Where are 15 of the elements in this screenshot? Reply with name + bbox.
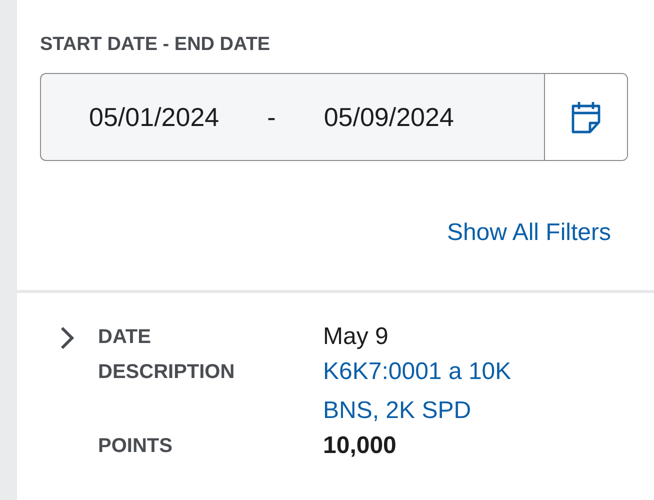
field-label: DESCRIPTION: [98, 360, 236, 385]
date-range-field[interactable]: 05/01/2024 - 05/09/2024: [40, 73, 628, 161]
start-date: 05/01/2024: [89, 102, 220, 132]
show-filters-link[interactable]: Show All Filters: [446, 219, 611, 247]
calendar-icon: [570, 100, 602, 134]
field-value: May 9: [323, 322, 390, 352]
calendar-button[interactable]: [544, 74, 627, 160]
field-label: DATE: [98, 325, 152, 350]
points-value: 10,000: [323, 431, 398, 461]
date-separator: -: [267, 102, 276, 132]
end-date: 05/09/2024: [324, 102, 454, 132]
field-label: START DATE - END DATE: [40, 34, 270, 56]
field-label: POINTS: [98, 434, 174, 459]
chevron-icon[interactable]: [58, 325, 76, 351]
description-link[interactable]: K6K7:0001 a 10K BNS, 2K SPD: [323, 352, 553, 430]
